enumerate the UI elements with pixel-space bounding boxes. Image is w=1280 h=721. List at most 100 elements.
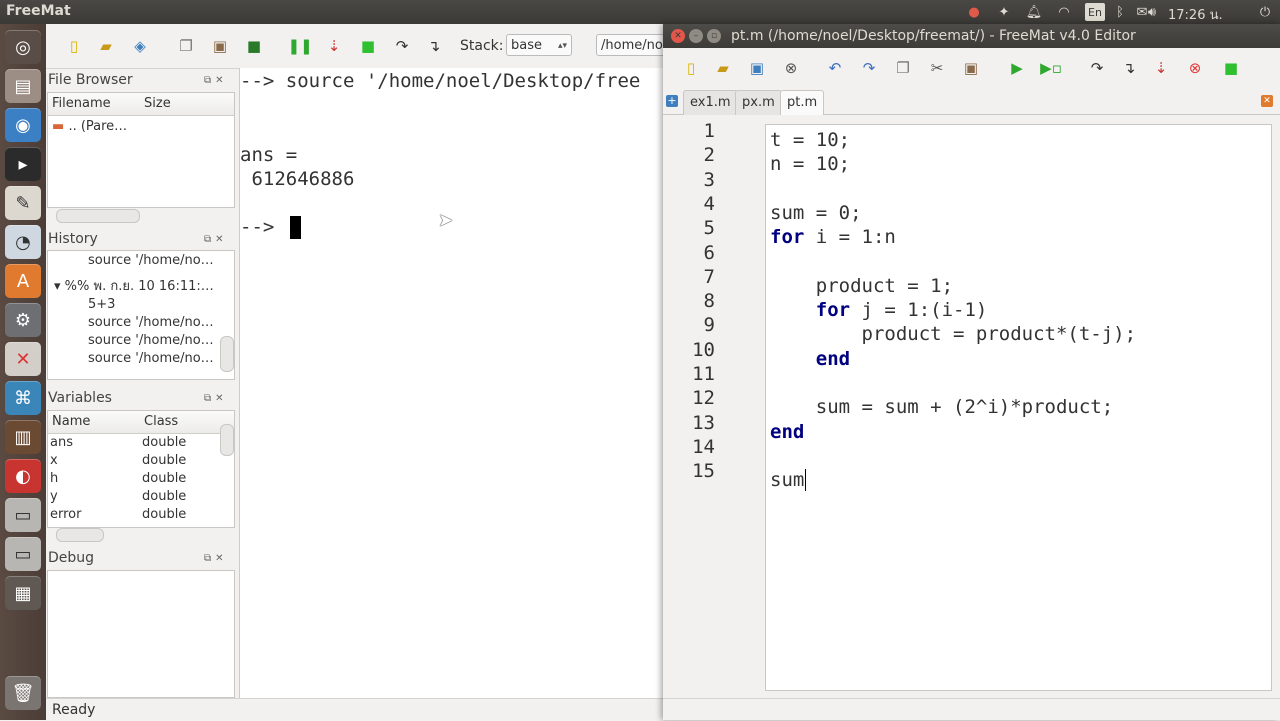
keyboard-layout-indicator[interactable]: En [1085, 3, 1105, 21]
copy-icon[interactable]: ❐ [893, 58, 913, 78]
drive-icon[interactable]: ▭ [5, 498, 41, 532]
variable-name[interactable]: x [50, 453, 58, 468]
dock-float-close-icon[interactable]: ⧉✕ [204, 75, 228, 86]
variable-name[interactable]: h [50, 471, 58, 486]
tab-px[interactable]: px.m [735, 90, 782, 115]
bookshelf-icon[interactable]: ▥ [5, 420, 41, 454]
paste-icon[interactable]: ▣ [210, 36, 230, 56]
column-name[interactable]: Name [52, 414, 90, 429]
variable-name[interactable]: error [50, 507, 81, 522]
close-tab-icon[interactable]: ✕ [1261, 95, 1273, 107]
paste-icon[interactable]: ▣ [961, 58, 981, 78]
maximize-window-icon[interactable]: ▫ [707, 29, 721, 43]
stop-icon[interactable]: ⊗ [1185, 58, 1205, 78]
vertical-scrollbar[interactable] [220, 336, 234, 372]
table-row[interactable]: ▬ .. (Pare… [52, 119, 127, 134]
keyword: for [770, 226, 805, 249]
variables-table[interactable]: Name Class ans double x double h double … [47, 410, 235, 528]
terminal-icon[interactable]: ▸ [5, 147, 41, 181]
redo-icon[interactable]: ↷ [859, 58, 879, 78]
vertical-scrollbar[interactable] [220, 424, 234, 456]
minimize-window-icon[interactable]: – [689, 29, 703, 43]
system-settings-icon[interactable]: ⚙ [5, 303, 41, 337]
column-filename[interactable]: Filename [52, 96, 111, 111]
editor-tabs: + ex1.m px.m pt.m ✕ [663, 88, 1280, 115]
save-icon[interactable]: ▣ [747, 58, 767, 78]
debug-panel[interactable] [47, 570, 235, 698]
new-file-icon[interactable]: ▯ [64, 36, 84, 56]
run-to-cursor-icon[interactable]: ▶▫ [1040, 58, 1062, 78]
editor-title: pt.m (/home/noel/Desktop/freemat/) - Fre… [731, 28, 1136, 44]
new-file-icon[interactable]: ▯ [681, 58, 701, 78]
software-center-icon[interactable]: A [5, 264, 41, 298]
step-over-icon[interactable]: ↷ [392, 36, 412, 56]
collapse-triangle-icon[interactable]: ▾ [54, 279, 61, 294]
list-item[interactable]: ▾ %% พ. ก.ย. 10 16:11:… [54, 275, 214, 296]
dash-icon[interactable]: ◎ [5, 30, 41, 64]
open-folder-icon[interactable]: ▰ [713, 58, 733, 78]
freemat-icon[interactable]: ⌘ [5, 381, 41, 415]
close-file-icon[interactable]: ⊗ [781, 58, 801, 78]
column-class[interactable]: Class [144, 414, 178, 429]
text-editor-icon[interactable]: ✎ [5, 186, 41, 220]
open-folder-icon[interactable]: ▰ [96, 36, 116, 56]
history-list[interactable]: source '/home/no… ▾ %% พ. ก.ย. 10 16:11:… [47, 250, 235, 380]
step-into-icon[interactable]: ↴ [424, 36, 444, 56]
dropbox-icon[interactable]: ✦ [995, 3, 1013, 21]
run-icon[interactable]: ▶ [1007, 58, 1027, 78]
run-icon[interactable]: ■ [358, 36, 378, 56]
code-editor[interactable]: t = 10; n = 10; sum = 0; for i = 1:n produc… [765, 124, 1272, 691]
drive-icon-2[interactable]: ▭ [5, 537, 41, 571]
volume-icon[interactable]: 🔊︎ [1143, 3, 1161, 21]
list-item[interactable]: source '/home/no… [88, 253, 214, 268]
bluetooth-icon[interactable]: ᛒ [1111, 3, 1129, 21]
copy-icon[interactable]: ❐ [176, 36, 196, 56]
stack-select[interactable]: base ▴▾ [506, 34, 572, 56]
bell-icon[interactable]: 🔔︎ [1025, 3, 1043, 21]
dock-float-close-icon[interactable]: ⧉✕ [204, 393, 228, 404]
presentation-icon[interactable]: ◐ [5, 459, 41, 493]
variable-name[interactable]: ans [50, 435, 73, 450]
list-item[interactable]: source '/home/no… [88, 315, 214, 330]
save-icon[interactable]: ◈ [130, 36, 150, 56]
trash-icon[interactable]: 🗑︎ [5, 676, 41, 710]
step-down-icon[interactable]: ⇣ [324, 36, 344, 56]
new-tab-icon[interactable]: + [666, 95, 678, 107]
file-browser-table[interactable]: Filename Size ▬ .. (Pare… [47, 92, 235, 208]
power-icon[interactable]: ⏻ [1256, 3, 1274, 21]
volume-icon[interactable] [1163, 3, 1167, 21]
tab-pt[interactable]: pt.m [780, 90, 825, 115]
dock-float-close-icon[interactable]: ⧉✕ [204, 553, 228, 564]
cut-icon[interactable]: ✂ [927, 58, 947, 78]
workspace-icon[interactable]: ▦ [5, 576, 41, 610]
list-item[interactable]: source '/home/no… [88, 333, 214, 348]
close-window-icon[interactable]: ✕ [671, 29, 685, 43]
variable-class: double [142, 471, 187, 486]
pause-icon[interactable]: ❚❚ [287, 36, 312, 56]
editor-titlebar[interactable]: ✕ – ▫ pt.m (/home/noel/Desktop/freemat/)… [663, 24, 1280, 48]
code-text: product = 1; [770, 274, 954, 297]
terminal-icon[interactable]: ■ [244, 36, 264, 56]
dock-float-close-icon[interactable]: ⧉✕ [204, 234, 228, 245]
chromium-icon[interactable]: ◉ [5, 108, 41, 142]
disk-usage-icon[interactable]: ◔ [5, 225, 41, 259]
console[interactable]: --> source '/home/noel/Desktop/free ans … [239, 68, 664, 698]
step-down-icon[interactable]: ⇣ [1151, 58, 1171, 78]
code-text: sum = 0; [770, 201, 862, 224]
variable-name[interactable]: y [50, 489, 58, 504]
terminal-icon[interactable]: ■ [1221, 58, 1241, 78]
step-over-icon[interactable]: ↷ [1087, 58, 1107, 78]
files-icon[interactable]: ▤ [5, 69, 41, 103]
step-into-icon[interactable]: ↴ [1119, 58, 1139, 78]
tab-ex1[interactable]: ex1.m [683, 90, 738, 115]
list-item[interactable]: source '/home/no… [88, 351, 214, 366]
list-item[interactable]: 5+3 [88, 297, 115, 312]
clock[interactable]: 17:26 น. [1168, 4, 1223, 25]
column-size[interactable]: Size [144, 96, 171, 111]
record-icon[interactable]: ● [965, 3, 983, 21]
undo-icon[interactable]: ↶ [825, 58, 845, 78]
horizontal-scrollbar[interactable] [56, 209, 140, 223]
xmind-icon[interactable]: ✕ [5, 342, 41, 376]
horizontal-scrollbar[interactable] [56, 528, 104, 542]
wifi-icon[interactable]: ◠ [1055, 3, 1073, 21]
